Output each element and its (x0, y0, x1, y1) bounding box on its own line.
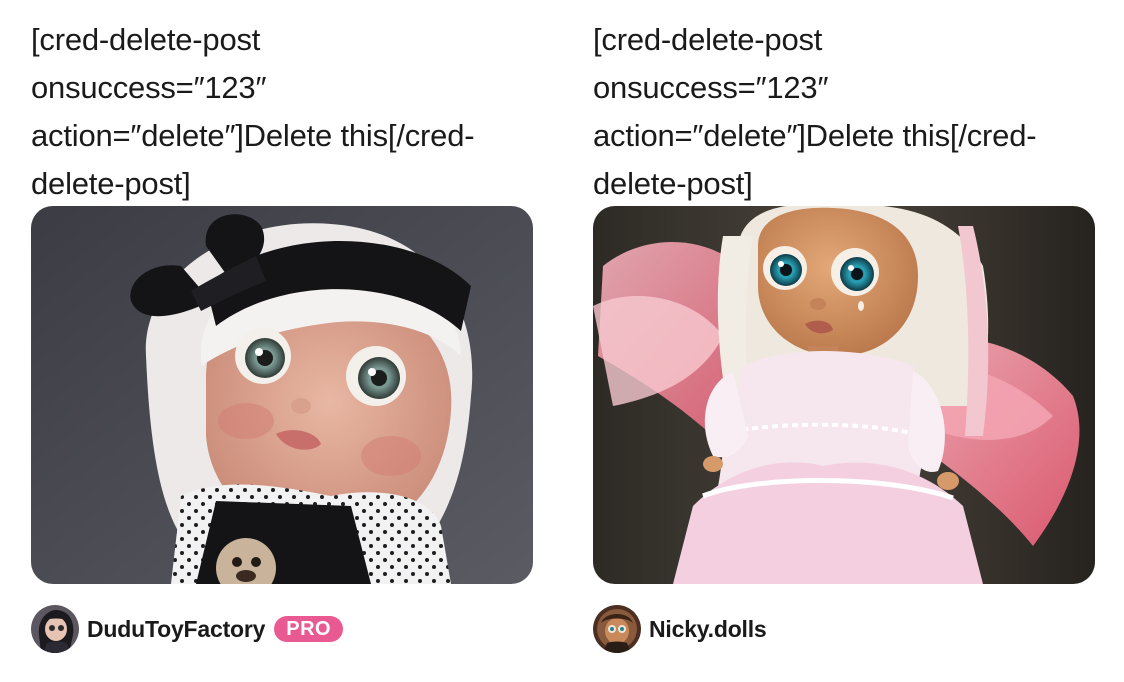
post-caption: [cred-delete-post onsuccess=″123″ action… (593, 16, 1095, 208)
caption-line: onsuccess=″123″ (593, 70, 829, 105)
author-name[interactable]: Nicky.dolls (649, 616, 767, 643)
post-caption: [cred-delete-post onsuccess=″123″ action… (31, 16, 533, 208)
post-image[interactable] (593, 206, 1095, 584)
caption-line: action=″delete″]Delete this[/cred- (593, 118, 1037, 153)
avatar-image (593, 605, 641, 653)
author-row: DuduToyFactory PRO (31, 604, 533, 654)
post-card: [cred-delete-post onsuccess=″123″ action… (31, 16, 533, 654)
author-avatar[interactable] (31, 605, 79, 653)
caption-line: delete-post] (31, 166, 191, 201)
post-grid: [cred-delete-post onsuccess=″123″ action… (0, 0, 1124, 682)
doll-photo-illustration (31, 206, 533, 584)
post-image[interactable] (31, 206, 533, 584)
avatar-image (31, 605, 79, 653)
caption-line: [cred-delete-post (593, 22, 823, 57)
caption-line: [cred-delete-post (31, 22, 261, 57)
author-row: Nicky.dolls (593, 604, 1095, 654)
post-card: [cred-delete-post onsuccess=″123″ action… (593, 16, 1095, 654)
author-name[interactable]: DuduToyFactory (87, 616, 265, 643)
author-avatar[interactable] (593, 605, 641, 653)
pro-badge: PRO (274, 616, 344, 642)
caption-line: onsuccess=″123″ (31, 70, 267, 105)
caption-line: delete-post] (593, 166, 753, 201)
doll-photo-illustration (593, 206, 1095, 584)
caption-line: action=″delete″]Delete this[/cred- (31, 118, 475, 153)
